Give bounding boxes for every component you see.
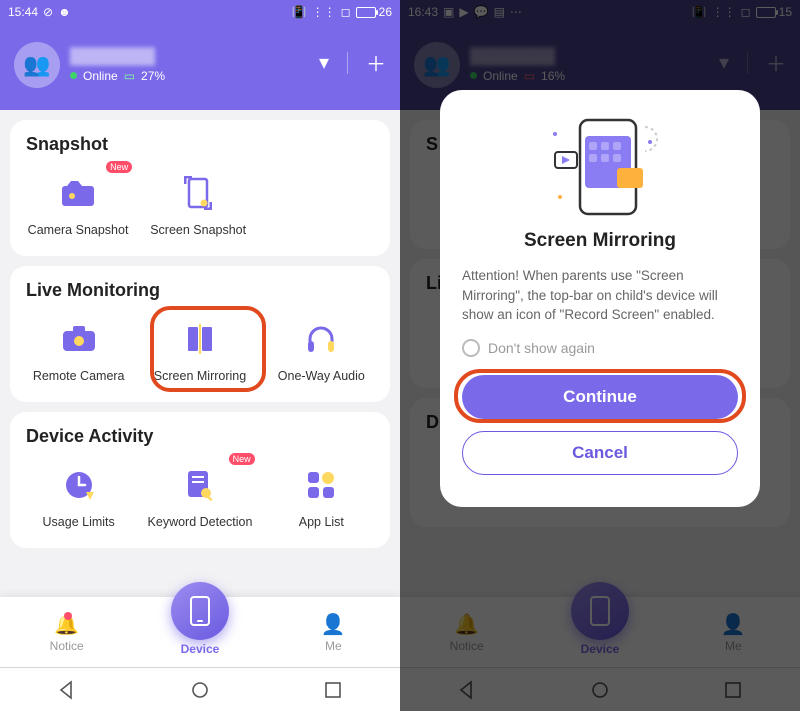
card-snapshot: Snapshot New Camera Snapshot Screen Snap… <box>10 120 390 256</box>
device-fab-icon <box>171 582 229 640</box>
wifi-icon: ⋮⋮ <box>312 5 336 19</box>
screenshot-icon <box>174 169 222 217</box>
dont-show-checkbox[interactable]: Don't show again <box>462 339 595 357</box>
screen-left: 15:44 ⊘ ☻ 📳 ⋮⋮ ◻ 26 👥 ████████ Online ▭ … <box>0 0 400 711</box>
main-content: Snapshot New Camera Snapshot Screen Snap… <box>0 110 400 597</box>
chevron-down-icon[interactable]: ▾ <box>319 50 329 75</box>
item-camera-snapshot[interactable]: New Camera Snapshot <box>18 165 138 242</box>
vibrate-icon: 📳 <box>292 5 307 19</box>
label-screen-snapshot: Screen Snapshot <box>150 223 246 238</box>
item-app-list[interactable]: App List <box>261 457 382 534</box>
plus-icon[interactable]: ＋ <box>366 48 386 77</box>
recents-icon[interactable] <box>323 680 343 700</box>
battery-mini-icon: ▭ <box>124 69 135 83</box>
section-title-activity: Device Activity <box>26 426 382 447</box>
item-screen-snapshot[interactable]: Screen Snapshot <box>138 165 258 242</box>
label-usage-limits: Usage Limits <box>43 515 115 530</box>
modal-body: Attention! When parents use "Screen Mirr… <box>462 266 738 325</box>
status-row: Online ▭ 27% <box>70 69 165 83</box>
bottom-nav: 🔔 Notice Device 👤 Me <box>0 597 400 667</box>
avatar[interactable]: 👥 <box>14 42 60 88</box>
checkbox-icon <box>462 339 480 357</box>
check-icon: ⊘ <box>43 5 53 19</box>
online-text: Online <box>83 69 118 83</box>
label-app-list: App List <box>299 515 344 530</box>
cancel-button[interactable]: Cancel <box>462 431 738 475</box>
status-bar: 15:44 ⊘ ☻ 📳 ⋮⋮ ◻ 26 <box>0 0 400 24</box>
clock-icon <box>55 461 103 509</box>
label-oneway-audio: One-Way Audio <box>278 369 365 384</box>
device-battery: 27% <box>141 69 165 83</box>
item-remote-camera[interactable]: Remote Camera <box>18 311 139 388</box>
battery-icon: 26 <box>356 5 392 19</box>
status-time: 15:44 <box>8 5 38 19</box>
signal-icon: ◻ <box>341 5 351 19</box>
label-camera-snapshot: Camera Snapshot <box>28 223 129 238</box>
android-nav-bar <box>0 667 400 711</box>
label-remote-camera: Remote Camera <box>33 369 125 384</box>
nav-notice-label: Notice <box>50 639 84 653</box>
highlight-ring <box>150 306 266 392</box>
highlight-ring <box>454 369 746 423</box>
camera-photo-icon: New <box>54 169 102 217</box>
item-oneway-audio[interactable]: One-Way Audio <box>261 311 382 388</box>
dont-show-label: Don't show again <box>488 340 595 356</box>
card-device-activity: Device Activity Usage Limits New Keyword… <box>10 412 390 548</box>
home-icon[interactable] <box>190 680 210 700</box>
item-keyword-detection[interactable]: New Keyword Detection <box>139 457 260 534</box>
app-header: 👥 ████████ Online ▭ 27% ▾ ＋ <box>0 24 400 110</box>
card-live-monitoring: Live Monitoring Remote Camera Screen Mir… <box>10 266 390 402</box>
item-usage-limits[interactable]: Usage Limits <box>18 457 139 534</box>
modal-title: Screen Mirroring <box>524 230 676 252</box>
document-search-icon: New <box>176 461 224 509</box>
face-icon: ☻ <box>58 5 71 19</box>
new-badge: New <box>229 453 255 465</box>
nav-me[interactable]: 👤 Me <box>267 612 400 653</box>
nav-device-label: Device <box>181 642 220 656</box>
modal-illustration <box>520 112 680 222</box>
online-dot-icon <box>70 72 77 79</box>
label-keyword-detection: Keyword Detection <box>148 515 253 530</box>
cancel-label: Cancel <box>572 443 628 463</box>
grid-apps-icon <box>297 461 345 509</box>
nav-me-label: Me <box>325 639 342 653</box>
section-title-snapshot: Snapshot <box>26 134 382 155</box>
back-icon[interactable] <box>57 680 77 700</box>
nav-notice[interactable]: 🔔 Notice <box>0 612 133 653</box>
screen-mirroring-modal: Screen Mirroring Attention! When parents… <box>440 90 760 507</box>
section-title-live: Live Monitoring <box>26 280 382 301</box>
screen-right: 16:43 ▣ ▶ 💬 ▤ ⋯ 📳 ⋮⋮ ◻ 15 👥 ████████ <box>400 0 800 711</box>
new-badge: New <box>106 161 132 173</box>
headphones-icon <box>297 315 345 363</box>
camera-icon <box>55 315 103 363</box>
bell-icon: 🔔 <box>54 612 79 637</box>
username: ████████ <box>70 48 165 65</box>
person-icon: 👤 <box>321 612 346 637</box>
nav-device[interactable]: Device <box>133 608 266 656</box>
